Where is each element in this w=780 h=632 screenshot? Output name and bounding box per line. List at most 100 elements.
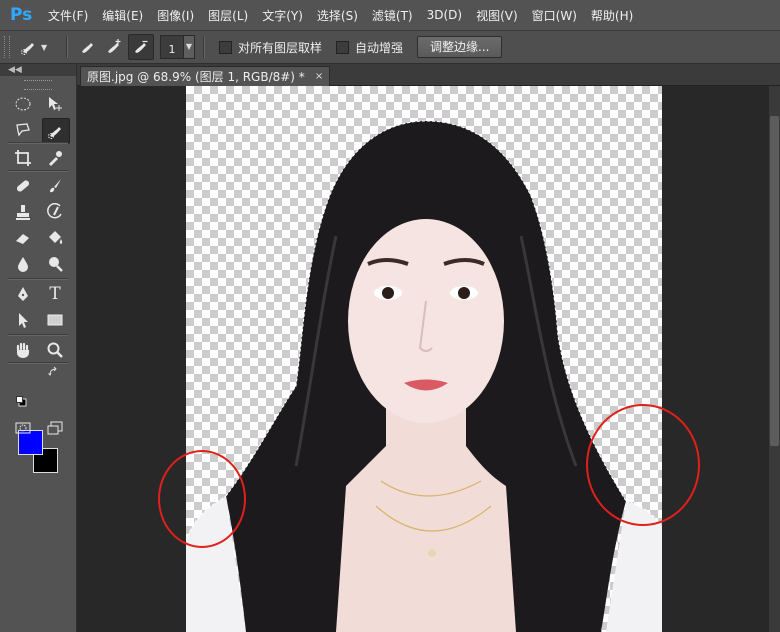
crop-icon [15,150,31,166]
hand-icon [16,342,29,358]
checkbox-box[interactable] [336,40,350,54]
menu-edit[interactable]: 编辑(E) [102,7,143,24]
tool-preset-picker[interactable]: ▼ [20,35,58,59]
options-bar-grip[interactable] [4,36,10,58]
new-selection-icon [82,43,93,53]
auto-enhance-checkbox[interactable]: 自动增强 [336,39,403,56]
zoom-icon [47,342,63,358]
lasso-icon [16,123,30,137]
menu-view[interactable]: 视图(V) [476,7,518,24]
menu-help[interactable]: 帮助(H) [591,7,633,24]
clone-stamp-icon [16,205,30,220]
zoom-tool[interactable] [42,338,68,362]
rectangle-icon [47,314,63,326]
quick-mask-icon [15,422,31,434]
dodge-tool[interactable] [42,252,68,276]
quick-selection-tool[interactable] [42,118,70,144]
pen-icon [18,287,28,301]
auto-enhance-label: 自动增强 [355,40,404,55]
pen-tool[interactable] [10,282,36,306]
chevron-down-icon: ▼ [41,42,48,52]
checkbox-box[interactable] [219,40,232,54]
divider [8,142,68,144]
move-tool[interactable] [42,92,68,116]
quick-selection-icon [48,127,61,139]
divider [8,278,68,280]
eraser-tool[interactable] [10,226,36,250]
divider [66,36,68,58]
crop-tool[interactable] [10,146,36,170]
menu-type[interactable]: 文字(Y) [262,7,303,24]
add-to-selection-button[interactable] [102,35,126,59]
elliptical-marquee-tool[interactable] [10,92,36,116]
new-selection-button[interactable] [76,35,100,59]
highlight-ring-left [158,450,246,548]
menu-select[interactable]: 选择(S) [317,7,358,24]
paint-bucket-icon [49,231,63,244]
chevron-down-icon[interactable]: ▼ [184,35,195,59]
sample-all-layers-checkbox[interactable]: 对所有图层取样 [219,39,322,56]
eyedropper-tool[interactable] [42,146,68,170]
lasso-tool[interactable] [10,118,36,142]
divider [8,362,68,364]
menu-file[interactable]: 文件(F) [48,7,88,24]
path-selection-icon [19,313,28,328]
tools-panel: ◀◀ T [0,64,77,632]
document-window: 原图.jpg @ 68.9% (图层 1, RGB/8#) * × [77,64,780,632]
subtract-from-selection-icon [135,40,148,53]
brush-size-value[interactable]: 1 [160,35,184,59]
subtract-from-selection-button[interactable] [128,34,154,60]
brush-tool[interactable] [42,174,68,198]
quick-selection-brush-icon [21,43,34,55]
history-brush-tool[interactable] [42,200,68,224]
path-selection-tool[interactable] [10,308,36,332]
default-colors-icon[interactable] [16,396,27,407]
close-icon[interactable]: × [315,71,323,82]
screen-mode-button[interactable] [42,416,68,440]
brush-icon [50,179,61,193]
collapse-icon[interactable]: ◀◀ [8,64,22,76]
quick-mask-button[interactable] [10,416,36,440]
portrait-image [186,120,662,632]
menu-layer[interactable]: 图层(L) [208,7,248,24]
type-tool[interactable]: T [42,282,68,306]
divider [8,170,68,172]
sample-all-layers-label: 对所有图层取样 [238,40,323,55]
swap-colors-icon[interactable] [48,366,60,378]
divider [203,36,205,58]
add-to-selection-icon [108,39,121,53]
history-brush-icon [47,203,62,219]
highlight-ring-right [586,404,700,526]
tools-panel-header[interactable]: ◀◀ [0,64,76,76]
menu-3d[interactable]: 3D(D) [427,8,462,22]
scrollbar-thumb[interactable] [770,116,779,446]
tools-panel-grip[interactable] [24,80,52,90]
type-icon: T [49,284,61,304]
menu-bar: Ps 文件(F) 编辑(E) 图像(I) 图层(L) 文字(Y) 选择(S) 滤… [0,0,780,31]
image-canvas[interactable] [186,86,662,632]
document-tab-title: 原图.jpg @ 68.9% (图层 1, RGB/8#) * [87,70,305,84]
refine-edge-button[interactable]: 调整边缘... [417,36,503,58]
vertical-scrollbar[interactable] [769,86,780,632]
clone-stamp-tool[interactable] [10,200,36,224]
document-tab[interactable]: 原图.jpg @ 68.9% (图层 1, RGB/8#) * × [80,66,331,86]
healing-brush-icon [16,180,30,192]
brush-size-picker[interactable]: 1 ▼ [160,35,195,59]
eyedropper-icon [49,151,62,166]
options-bar: ▼ 1 ▼ 对所有图层取样 自动增强 调整边缘... [0,31,780,64]
dodge-icon [49,257,63,272]
paint-bucket-tool[interactable] [42,226,68,250]
elliptical-marquee-icon [15,97,31,111]
healing-brush-tool[interactable] [10,174,36,198]
blur-icon [18,257,28,272]
rectangle-tool[interactable] [42,308,68,332]
screen-mode-icon [47,421,63,435]
hand-tool[interactable] [10,338,36,362]
blur-tool[interactable] [10,252,36,276]
move-icon [49,97,62,111]
menu-window[interactable]: 窗口(W) [532,7,577,24]
menu-image[interactable]: 图像(I) [157,7,194,24]
menu-filter[interactable]: 滤镜(T) [372,7,413,24]
photoshop-logo: Ps [10,5,33,25]
document-tab-strip: 原图.jpg @ 68.9% (图层 1, RGB/8#) * × [77,64,780,86]
